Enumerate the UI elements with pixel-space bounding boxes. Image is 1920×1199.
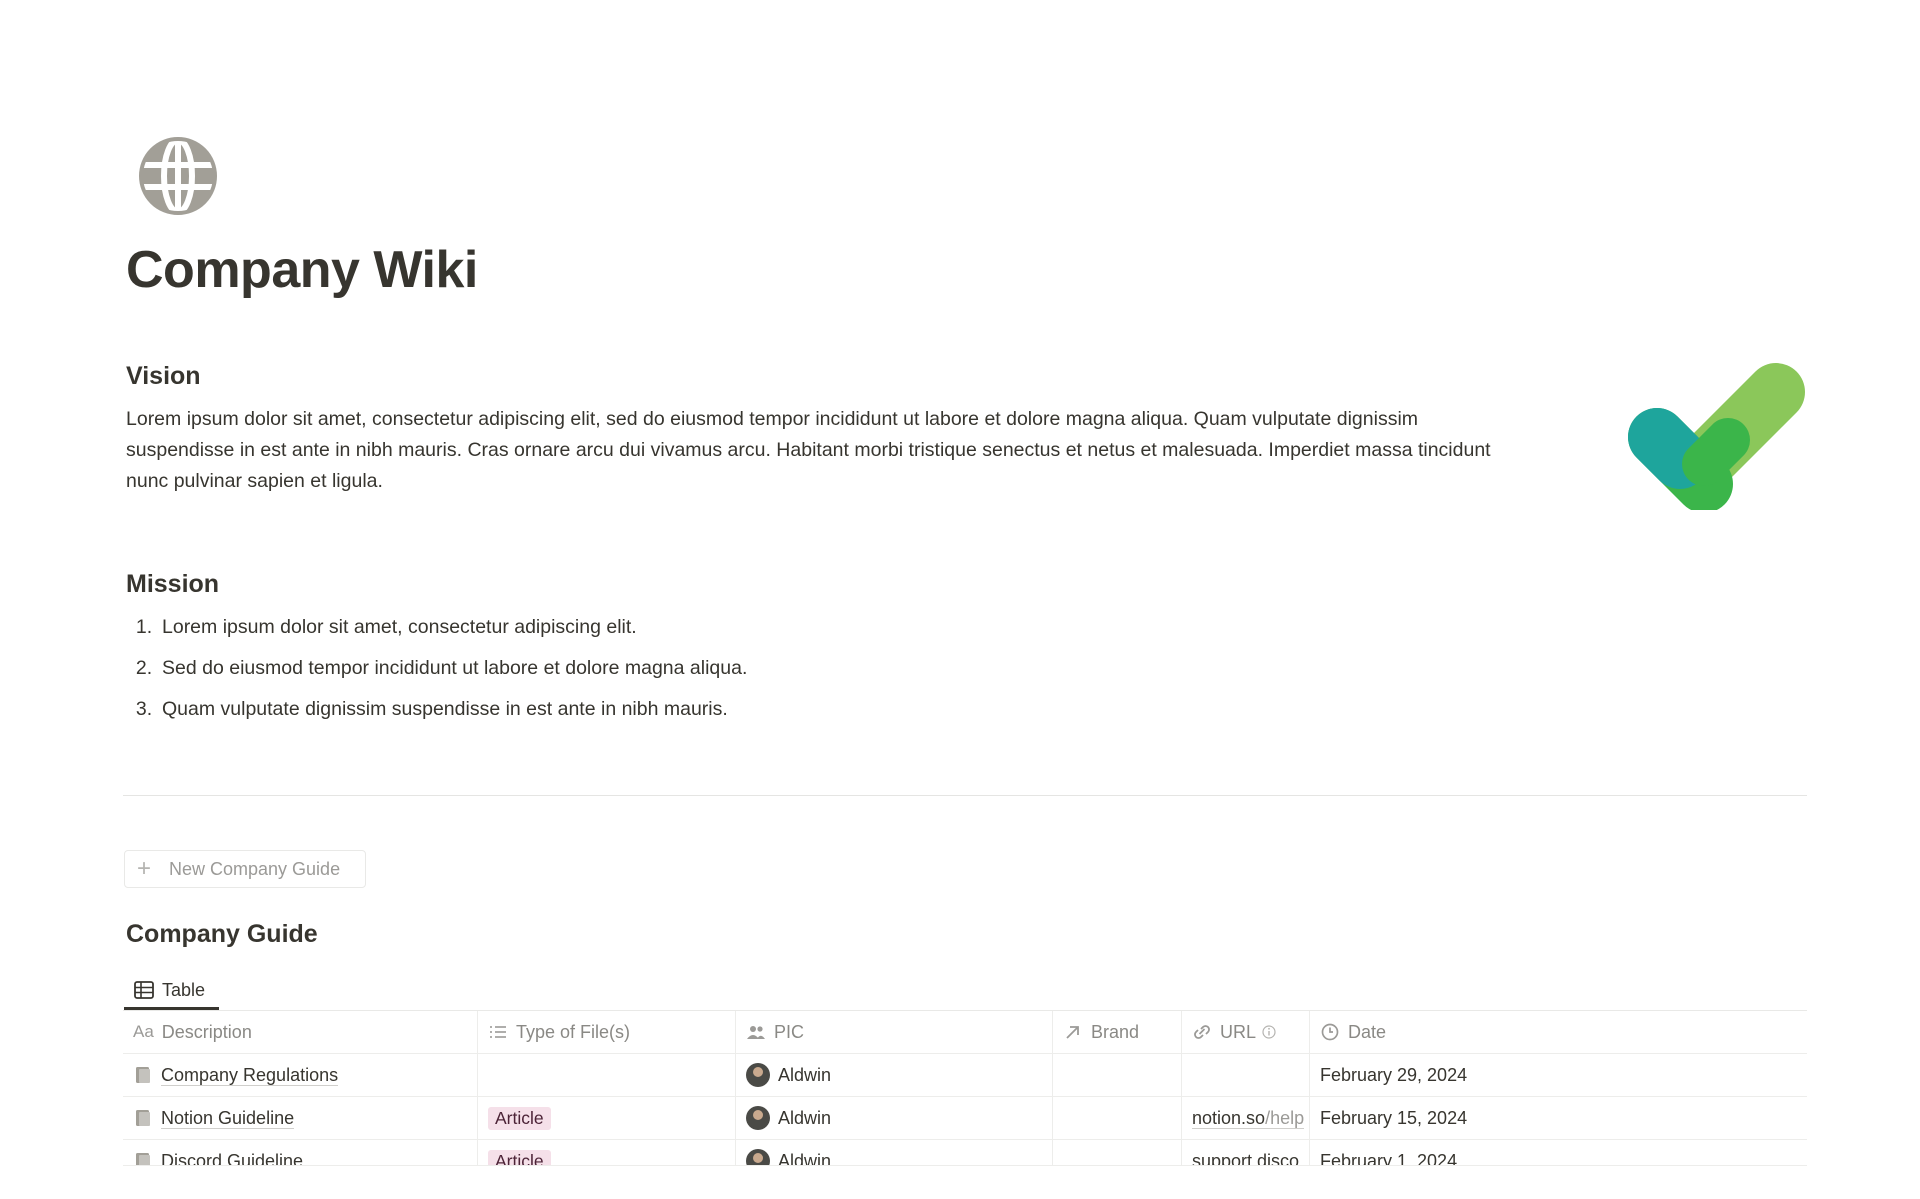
- column-header-label: URL: [1220, 1021, 1257, 1042]
- column-header-date[interactable]: Date: [1310, 1011, 1807, 1053]
- relation-arrow-icon: [1066, 1026, 1079, 1039]
- link-icon: [1194, 1025, 1210, 1039]
- table-row[interactable]: Company Regulations Aldwin February 29, …: [123, 1054, 1807, 1097]
- info-icon[interactable]: [1262, 1025, 1276, 1039]
- cell-pic[interactable]: Aldwin: [736, 1097, 1053, 1139]
- mission-item-text: Sed do eiusmod tempor incididunt ut labo…: [162, 657, 748, 679]
- column-header-url[interactable]: URL: [1182, 1011, 1310, 1053]
- column-header-type[interactable]: Type of File(s): [478, 1011, 736, 1053]
- cell-date[interactable]: February 15, 2024: [1310, 1097, 1807, 1139]
- mission-item-text: Quam vulputate dignissim suspendisse in …: [162, 698, 728, 720]
- checkmark-icon: [1628, 363, 1805, 510]
- mission-item: 2. Sed do eiusmod tempor incididunt ut l…: [126, 653, 748, 694]
- column-header-label: Description: [161, 1021, 252, 1042]
- file-type-tag: Article: [488, 1106, 551, 1130]
- mission-item: 1. Lorem ipsum dolor sit amet, consectet…: [126, 612, 747, 653]
- url-path: /help: [1265, 1107, 1305, 1128]
- tab-table-label: Table: [162, 979, 206, 1000]
- mission-item-number: 2.: [135, 657, 153, 679]
- person-name: Aldwin: [778, 1107, 832, 1128]
- avatar: [746, 1106, 770, 1130]
- document-icon: [136, 1110, 150, 1126]
- table-icon: [134, 981, 154, 999]
- table-row[interactable]: Notion Guideline Article Aldwin notion.s…: [123, 1097, 1807, 1140]
- page-title[interactable]: Company Wiki: [126, 240, 478, 300]
- column-header-label: PIC: [774, 1021, 805, 1042]
- viewport-bottom-mask: [0, 1166, 1920, 1199]
- document-icon: [136, 1067, 150, 1083]
- new-company-guide-button[interactable]: + New Company Guide: [124, 850, 366, 888]
- vision-heading: Vision: [126, 362, 201, 390]
- row-title[interactable]: Company Regulations: [161, 1065, 339, 1086]
- table-header-row: Aa Description Type of File(s) PIC Brand…: [123, 1011, 1807, 1054]
- globe-icon[interactable]: [138, 136, 218, 216]
- mission-item-text: Lorem ipsum dolor sit amet, consectetur …: [162, 616, 637, 638]
- column-header-label: Brand: [1091, 1021, 1140, 1042]
- vision-text: Lorem ipsum dolor sit amet, consectetur …: [126, 408, 1491, 492]
- database-title[interactable]: Company Guide: [126, 920, 318, 949]
- column-header-label: Date: [1348, 1021, 1387, 1042]
- person-name: Aldwin: [778, 1064, 832, 1085]
- new-company-guide-label: New Company Guide: [169, 858, 341, 879]
- divider: [123, 795, 1807, 796]
- cell-brand[interactable]: [1053, 1097, 1182, 1139]
- mission-item-number: 1.: [135, 616, 153, 638]
- column-header-pic[interactable]: PIC: [736, 1011, 1053, 1053]
- mission-item-number: 3.: [135, 698, 153, 720]
- mission-list: 1. Lorem ipsum dolor sit amet, consectet…: [126, 612, 748, 735]
- tab-table-view[interactable]: Table: [124, 970, 218, 1010]
- mission-item: 3. Quam vulputate dignissim suspendisse …: [126, 694, 747, 735]
- avatar: [746, 1063, 770, 1087]
- cell-type[interactable]: [478, 1054, 736, 1096]
- company-guide-table: Aa Description Type of File(s) PIC Brand…: [123, 1011, 1807, 1182]
- cell-pic[interactable]: Aldwin: [736, 1054, 1053, 1096]
- url-domain: notion.so: [1192, 1107, 1266, 1128]
- plus-icon: +: [137, 855, 152, 882]
- clock-icon: [1321, 1023, 1339, 1041]
- column-header-brand[interactable]: Brand: [1053, 1011, 1182, 1053]
- row-title[interactable]: Notion Guideline: [161, 1108, 295, 1129]
- cell-url[interactable]: notion.so/help: [1182, 1097, 1310, 1139]
- cell-url[interactable]: [1182, 1054, 1310, 1096]
- column-header-description[interactable]: Aa Description: [123, 1011, 478, 1053]
- column-header-label: Type of File(s): [516, 1021, 631, 1042]
- url-link[interactable]: notion.so/help: [1192, 1107, 1305, 1129]
- text-property-icon: Aa: [133, 1022, 154, 1041]
- mission-heading: Mission: [126, 570, 220, 598]
- date-value: February 15, 2024: [1320, 1107, 1468, 1128]
- cell-description[interactable]: Notion Guideline: [123, 1097, 478, 1139]
- people-icon: [747, 1026, 765, 1039]
- cell-type[interactable]: Article: [478, 1097, 736, 1139]
- cell-description[interactable]: Company Regulations: [123, 1054, 478, 1096]
- date-value: February 29, 2024: [1320, 1064, 1468, 1085]
- cell-date[interactable]: February 29, 2024: [1310, 1054, 1807, 1096]
- list-icon: [490, 1026, 506, 1038]
- cell-brand[interactable]: [1053, 1054, 1182, 1096]
